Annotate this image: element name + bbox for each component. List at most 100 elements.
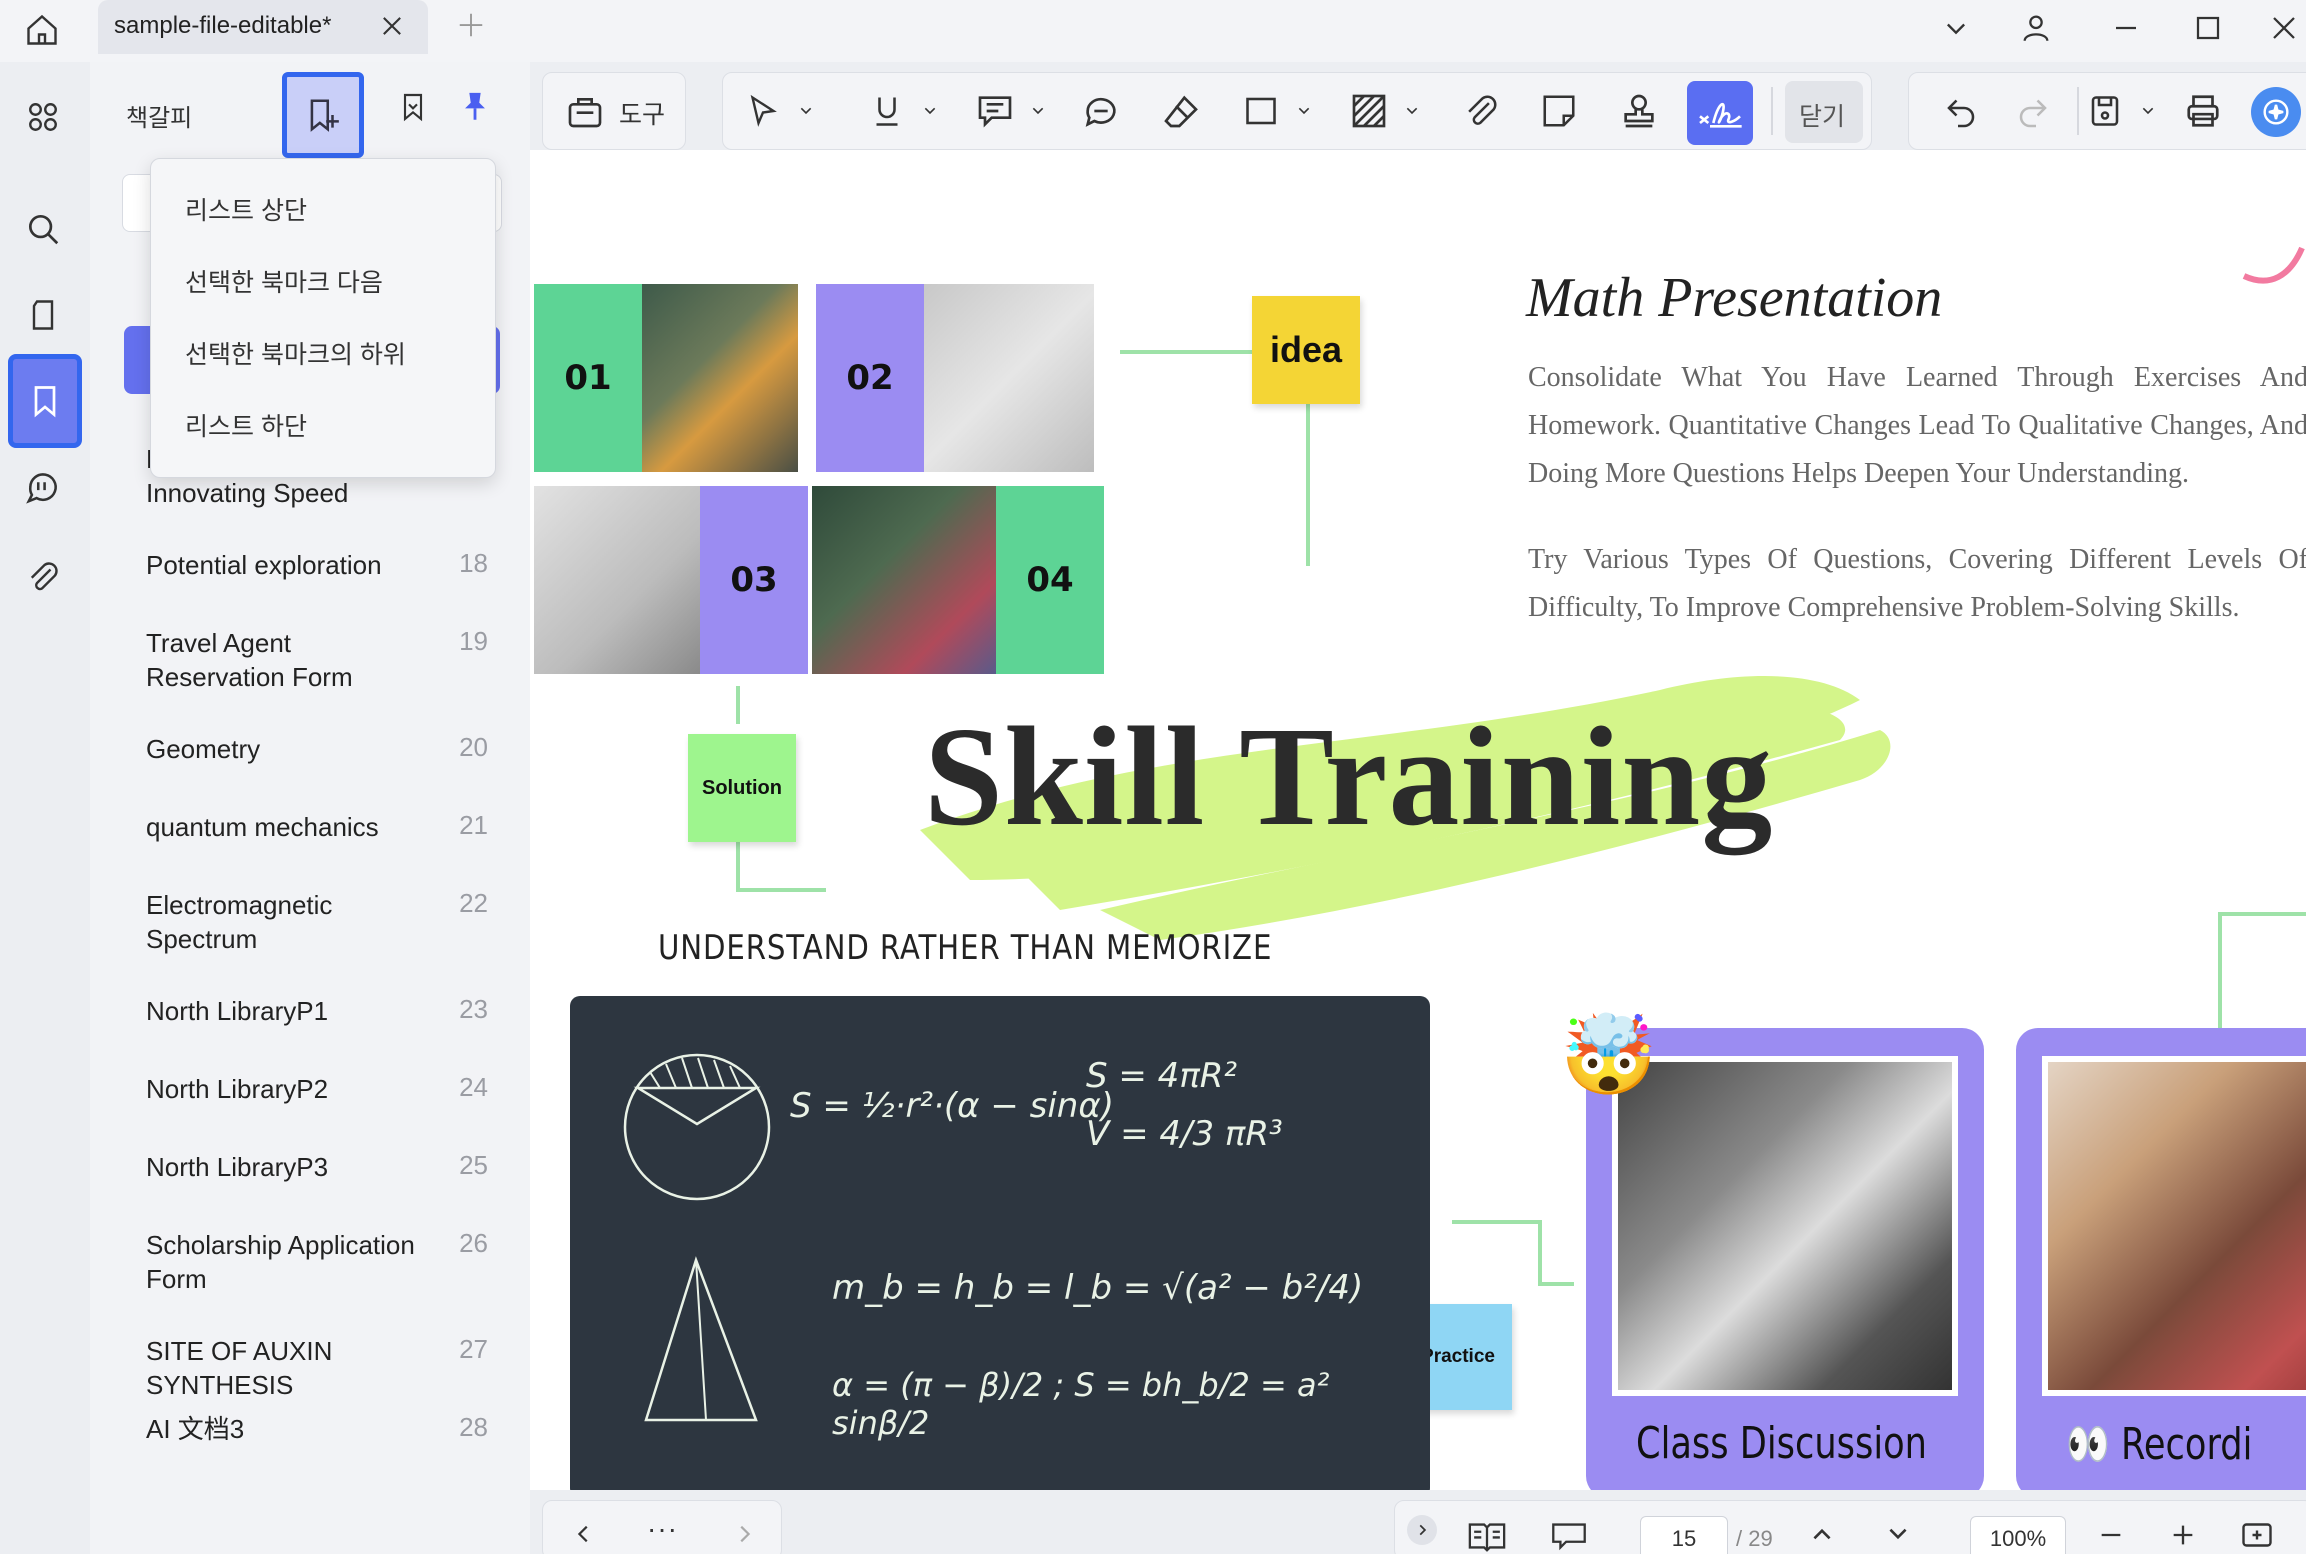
bookmark-item[interactable]: Scholarship Application Form 26 <box>90 1228 530 1298</box>
account-button[interactable] <box>2014 6 2058 50</box>
second-paragraph: Try Various Types Of Questions, Covering… <box>1528 544 2306 623</box>
more-icon[interactable]: ··· <box>647 1513 678 1545</box>
bookmark-item[interactable]: Electromagnetic Spectrum 22 <box>90 888 530 958</box>
maximize-button[interactable] <box>2186 6 2230 50</box>
collapse-button[interactable] <box>1934 6 1978 50</box>
bookmark-item[interactable]: Potential exploration 18 <box>90 548 530 618</box>
rectangle-tool[interactable] <box>1239 89 1283 133</box>
chevron-down-icon[interactable] <box>2139 103 2157 119</box>
sticky-note-icon <box>1543 95 1575 127</box>
menu-item-child-of-selected[interactable]: 선택한 북마크의 하위 <box>185 335 406 371</box>
chevron-down-icon[interactable] <box>797 103 815 119</box>
menu-item-list-bottom[interactable]: 리스트 하단 <box>185 407 307 443</box>
pages-button[interactable] <box>18 290 68 340</box>
eraser-icon <box>1164 95 1198 128</box>
chevron-down-icon[interactable] <box>1295 103 1313 119</box>
tagline: UNDERSTAND RATHER THAN MEMORIZE <box>658 928 1273 968</box>
minimize-button[interactable] <box>2104 6 2148 50</box>
bookmarks-button[interactable] <box>8 354 82 448</box>
add-bookmark-button[interactable] <box>282 72 364 158</box>
tools-button[interactable] <box>563 89 607 133</box>
chevron-down-icon[interactable] <box>1029 103 1047 119</box>
close-window-button[interactable] <box>2262 6 2306 50</box>
ai-assistant-button[interactable] <box>2251 87 2301 137</box>
recording-photo <box>2042 1056 2306 1396</box>
left-icon-rail <box>0 62 86 1554</box>
signature-tool[interactable] <box>1687 81 1753 145</box>
teacher-photo <box>642 284 798 472</box>
grid-icon <box>29 103 57 131</box>
expand-button[interactable] <box>1407 1515 1437 1545</box>
new-tab-icon[interactable] <box>456 10 486 40</box>
bookmark-options-button[interactable] <box>380 72 446 142</box>
page-icon <box>32 300 54 330</box>
bookmark-item[interactable]: Travel Agent Reservation Form 19 <box>90 626 530 696</box>
close-tools-button[interactable]: 닫기 <box>1785 81 1863 143</box>
eraser-tool[interactable] <box>1159 89 1203 133</box>
menu-item-after-selected[interactable]: 선택한 북마크 다음 <box>185 263 383 299</box>
recording-card: 👀 Recordi <box>2016 1028 2306 1490</box>
comment-tool[interactable] <box>1079 89 1123 133</box>
stamp-tool[interactable] <box>1617 89 1661 133</box>
title-bar: sample-file-editable* <box>0 0 2306 62</box>
zoom-in-icon[interactable] <box>2169 1521 2197 1549</box>
page-number-input[interactable]: 15 <box>1640 1516 1728 1554</box>
fit-page-icon[interactable] <box>2239 1517 2275 1553</box>
chevron-down-icon[interactable] <box>1403 103 1421 119</box>
undo-button[interactable] <box>1939 89 1983 133</box>
save-button[interactable] <box>2083 89 2127 133</box>
compass-photo <box>534 486 700 674</box>
comments-button[interactable] <box>18 462 68 512</box>
zoom-out-icon[interactable] <box>2097 1521 2125 1549</box>
reading-mode-icon[interactable] <box>1467 1519 1507 1553</box>
text-comment-tool[interactable] <box>973 89 1017 133</box>
search-button[interactable] <box>18 204 68 254</box>
cursor-arrow-icon <box>750 94 777 127</box>
paperclip-icon <box>1468 95 1497 125</box>
attachments-button[interactable] <box>18 552 68 602</box>
redo-button[interactable] <box>2011 89 2055 133</box>
menu-item-list-top[interactable]: 리스트 상단 <box>185 191 307 227</box>
bookmark-label: Scholarship Application Form <box>146 1230 415 1294</box>
bookmark-icon <box>34 386 56 418</box>
toolbar-divider <box>2077 87 2079 135</box>
bookmark-item[interactable]: North LibraryP3 25 <box>90 1150 530 1220</box>
bookmark-item[interactable]: SITE OF AUXIN SYNTHESIS 27 <box>90 1334 530 1404</box>
bookmark-item[interactable]: Geometry 20 <box>90 732 530 802</box>
tools-label: 도구 <box>619 101 666 129</box>
connector-line <box>1452 1220 1542 1224</box>
bookmark-item[interactable]: North LibraryP2 24 <box>90 1072 530 1142</box>
chevron-right-icon <box>1419 1524 1427 1536</box>
paperclip-icon <box>30 562 58 591</box>
bookmark-item[interactable]: North LibraryP1 23 <box>90 994 530 1064</box>
close-tab-icon[interactable] <box>378 12 406 40</box>
document-tab[interactable]: sample-file-editable* <box>98 0 428 54</box>
chevron-down-icon[interactable] <box>921 103 939 119</box>
area-fill-tool[interactable] <box>1347 89 1391 133</box>
attach-tool[interactable] <box>1459 89 1503 133</box>
select-tool[interactable] <box>741 89 785 133</box>
formula-median: m_b = h_b = l_b = √(a² − b²/4) <box>832 1268 1364 1308</box>
document-canvas[interactable]: 01 02 03 04 idea Solution Practice Math … <box>530 150 2306 1490</box>
bookmark-item[interactable]: quantum mechanics 21 <box>90 810 530 880</box>
chevron-down-icon[interactable] <box>1885 1521 1911 1547</box>
thumbnails-button[interactable] <box>18 92 68 142</box>
recording-photo-fill <box>2048 1062 2306 1390</box>
total-pages: / 29 <box>1736 1526 1773 1551</box>
underline-icon <box>876 97 898 126</box>
chevron-right-icon[interactable] <box>733 1523 755 1545</box>
print-button[interactable] <box>2181 89 2225 133</box>
home-button[interactable] <box>18 6 66 54</box>
bookmark-page-number: 21 <box>459 810 488 840</box>
text-comment-icon <box>978 96 1012 128</box>
underline-tool[interactable] <box>865 89 909 133</box>
bookmark-item[interactable]: AI 文档3 28 <box>90 1412 530 1482</box>
comment-bubble-icon <box>1085 97 1116 127</box>
pin-panel-button[interactable] <box>442 72 508 142</box>
chevron-up-icon[interactable] <box>1809 1521 1835 1547</box>
chevron-left-icon[interactable] <box>573 1523 595 1545</box>
sticky-note-tool[interactable] <box>1537 89 1581 133</box>
zoom-level[interactable]: 100% <box>1970 1516 2066 1554</box>
comment-view-icon[interactable] <box>1549 1519 1589 1553</box>
document-toolbar <box>1908 72 2306 150</box>
